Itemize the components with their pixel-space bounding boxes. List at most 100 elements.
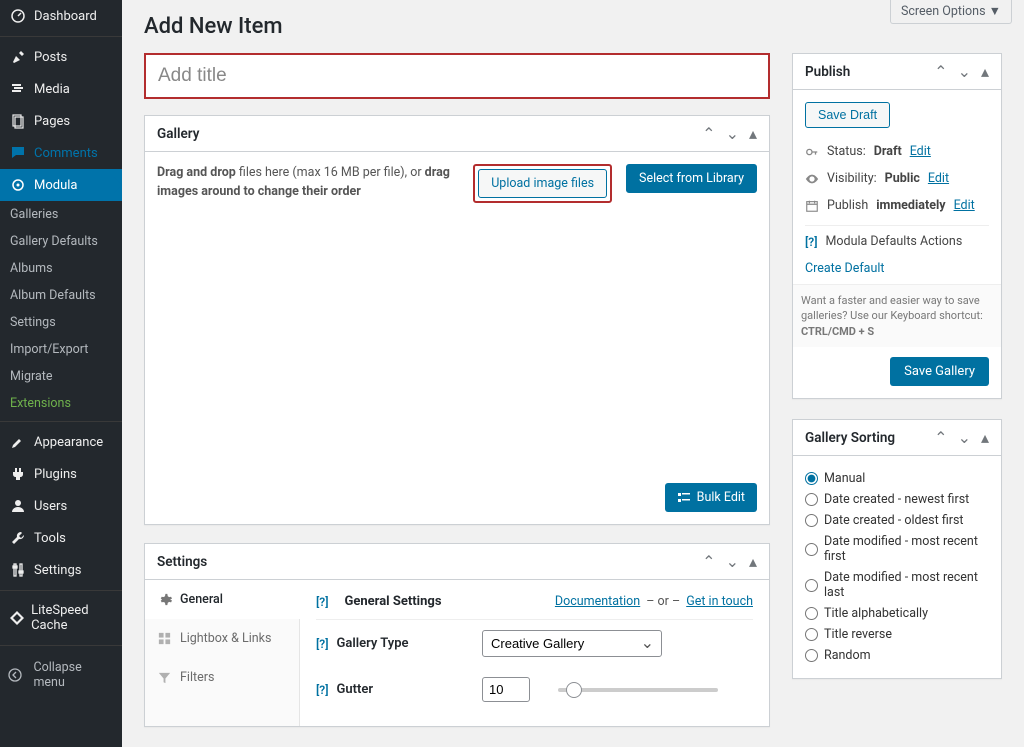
sidebar-item-users[interactable]: Users bbox=[0, 490, 122, 522]
gutter-input[interactable] bbox=[482, 677, 530, 702]
tool-icon bbox=[8, 530, 28, 546]
sidebar-item-comments[interactable]: Comments bbox=[0, 137, 122, 169]
sidebar-item-pages[interactable]: Pages bbox=[0, 105, 122, 137]
gutter-label: Gutter bbox=[336, 682, 373, 697]
move-up-icon[interactable]: ⌃ bbox=[934, 428, 947, 447]
main-content: Screen Options ▼ Add New Item Gallery ⌃ … bbox=[122, 0, 1024, 747]
settings-heading: Settings bbox=[157, 554, 207, 570]
sort-option-title-alpha[interactable]: Title alphabetically bbox=[805, 603, 989, 624]
sort-option-date-newest[interactable]: Date created - newest first bbox=[805, 489, 989, 510]
user-icon bbox=[8, 498, 28, 514]
sidebar-item-plugins[interactable]: Plugins bbox=[0, 458, 122, 490]
sort-option-date-oldest[interactable]: Date created - oldest first bbox=[805, 510, 989, 531]
general-settings-heading: General Settings bbox=[344, 594, 441, 609]
status-value: Draft bbox=[874, 144, 902, 159]
upload-image-files-button[interactable]: Upload image files bbox=[478, 169, 607, 198]
sidebar-label: LiteSpeed Cache bbox=[31, 603, 114, 633]
admin-sidebar: Dashboard Posts Media Pages Comments Mod… bbox=[0, 0, 122, 747]
sort-option-manual[interactable]: Manual bbox=[805, 468, 989, 489]
help-icon[interactable]: [?] bbox=[316, 595, 328, 609]
visibility-value: Public bbox=[885, 171, 920, 186]
publish-postbox: Publish ⌃ ⌄ ▴ Save Draft Status: Draft bbox=[792, 53, 1002, 399]
sort-option-title-reverse[interactable]: Title reverse bbox=[805, 624, 989, 645]
submenu-album-defaults[interactable]: Album Defaults bbox=[0, 282, 122, 309]
calendar-icon bbox=[805, 199, 819, 213]
submenu-galleries[interactable]: Galleries bbox=[0, 201, 122, 228]
sort-option-modified-recent-last[interactable]: Date modified - most recent last bbox=[805, 567, 989, 603]
edit-schedule-link[interactable]: Edit bbox=[954, 198, 975, 213]
save-gallery-button[interactable]: Save Gallery bbox=[890, 357, 989, 386]
sidebar-item-litespeed[interactable]: LiteSpeed Cache bbox=[0, 595, 122, 641]
submenu-extensions[interactable]: Extensions bbox=[0, 390, 122, 417]
toggle-panel-icon[interactable]: ▴ bbox=[981, 428, 989, 447]
sidebar-item-modula[interactable]: Modula bbox=[0, 169, 122, 201]
drag-drop-message: Drag and drop files here (max 16 MB per … bbox=[157, 164, 459, 202]
edit-status-link[interactable]: Edit bbox=[910, 144, 931, 159]
move-up-icon[interactable]: ⌃ bbox=[934, 62, 947, 81]
submenu-import-export[interactable]: Import/Export bbox=[0, 336, 122, 363]
schedule-value: immediately bbox=[876, 198, 945, 213]
gear-icon bbox=[157, 592, 172, 607]
comment-icon bbox=[8, 145, 28, 161]
sort-option-random[interactable]: Random bbox=[805, 645, 989, 666]
help-icon[interactable]: [?] bbox=[316, 683, 328, 697]
sidebar-item-media[interactable]: Media bbox=[0, 73, 122, 105]
page-icon bbox=[8, 113, 28, 129]
toggle-panel-icon[interactable]: ▴ bbox=[981, 62, 989, 81]
documentation-link[interactable]: Documentation bbox=[555, 594, 640, 609]
move-down-icon[interactable]: ⌄ bbox=[958, 62, 971, 81]
settings-postbox: Settings ⌃ ⌄ ▴ General bbox=[144, 543, 770, 727]
screen-options-button[interactable]: Screen Options ▼ bbox=[890, 0, 1012, 24]
defaults-actions-label: Modula Defaults Actions bbox=[825, 234, 962, 249]
help-icon[interactable]: [?] bbox=[805, 235, 817, 249]
sidebar-item-appearance[interactable]: Appearance bbox=[0, 426, 122, 458]
tab-lightbox[interactable]: Lightbox & Links bbox=[145, 619, 299, 658]
sidebar-label: Modula bbox=[34, 178, 78, 193]
submenu-migrate[interactable]: Migrate bbox=[0, 363, 122, 390]
gallery-type-select[interactable]: Creative Gallery bbox=[482, 630, 662, 657]
filter-icon bbox=[157, 670, 172, 685]
bulk-edit-button[interactable]: Bulk Edit bbox=[665, 483, 757, 512]
pin-icon bbox=[8, 49, 28, 65]
move-down-icon[interactable]: ⌄ bbox=[726, 124, 739, 143]
tab-general[interactable]: General bbox=[145, 580, 300, 619]
move-up-icon[interactable]: ⌃ bbox=[702, 552, 715, 571]
toggle-panel-icon[interactable]: ▴ bbox=[749, 552, 757, 571]
gallery-drop-zone[interactable] bbox=[157, 203, 757, 463]
submenu-settings[interactable]: Settings bbox=[0, 309, 122, 336]
modula-icon bbox=[8, 177, 28, 193]
get-in-touch-link[interactable]: Get in touch bbox=[686, 594, 753, 609]
title-input[interactable] bbox=[144, 53, 770, 99]
brush-icon bbox=[8, 434, 28, 450]
move-down-icon[interactable]: ⌄ bbox=[958, 428, 971, 447]
save-draft-button[interactable]: Save Draft bbox=[805, 102, 890, 128]
keyboard-tip: Want a faster and easier way to save gal… bbox=[793, 284, 1001, 347]
sidebar-label: Posts bbox=[34, 50, 67, 65]
sidebar-item-tools[interactable]: Tools bbox=[0, 522, 122, 554]
key-icon bbox=[805, 145, 819, 159]
collapse-menu-button[interactable]: Collapse menu bbox=[0, 650, 122, 700]
sidebar-item-posts[interactable]: Posts bbox=[0, 41, 122, 73]
sidebar-item-settings[interactable]: Settings bbox=[0, 554, 122, 586]
sidebar-label: Media bbox=[34, 82, 70, 97]
gutter-slider[interactable] bbox=[558, 688, 718, 692]
create-default-link[interactable]: Create Default bbox=[805, 257, 989, 284]
sidebar-label: Dashboard bbox=[34, 9, 97, 24]
settings-tab-nav: General Lightbox & Links Filters bbox=[145, 580, 300, 726]
help-icon[interactable]: [?] bbox=[316, 637, 328, 651]
sidebar-item-dashboard[interactable]: Dashboard bbox=[0, 0, 122, 32]
move-down-icon[interactable]: ⌄ bbox=[726, 552, 739, 571]
sorting-postbox: Gallery Sorting ⌃ ⌄ ▴ Manual Date create… bbox=[792, 419, 1002, 679]
submenu-albums[interactable]: Albums bbox=[0, 255, 122, 282]
bulk-edit-icon bbox=[677, 491, 691, 505]
select-from-library-button[interactable]: Select from Library bbox=[626, 164, 757, 193]
move-up-icon[interactable]: ⌃ bbox=[702, 124, 715, 143]
collapse-icon bbox=[8, 668, 27, 682]
sorting-heading: Gallery Sorting bbox=[805, 430, 895, 446]
toggle-panel-icon[interactable]: ▴ bbox=[749, 124, 757, 143]
collapse-label: Collapse menu bbox=[33, 660, 114, 690]
visibility-icon bbox=[805, 172, 819, 186]
sort-option-modified-recent-first[interactable]: Date modified - most recent first bbox=[805, 531, 989, 567]
submenu-gallery-defaults[interactable]: Gallery Defaults bbox=[0, 228, 122, 255]
edit-visibility-link[interactable]: Edit bbox=[928, 171, 949, 186]
